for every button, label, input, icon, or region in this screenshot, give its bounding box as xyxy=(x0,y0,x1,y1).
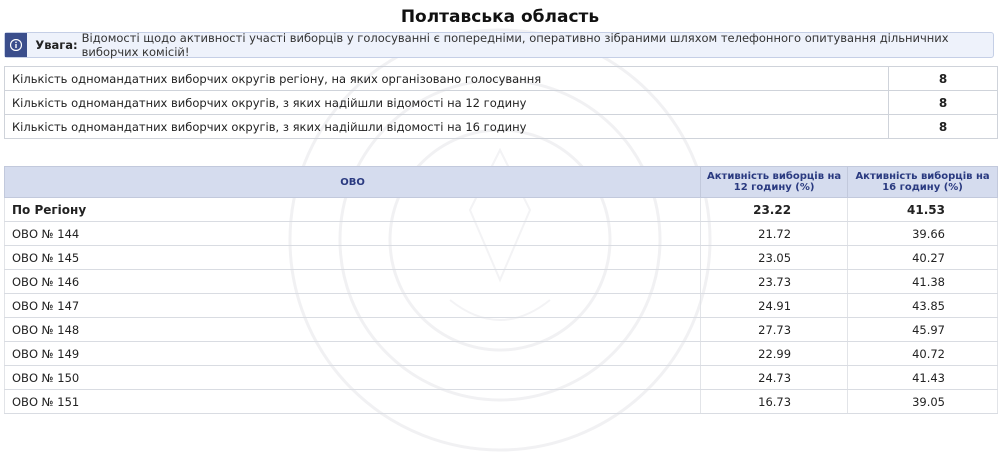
turnout-12-value: 24.73 xyxy=(700,365,849,390)
column-header-turnout-16[interactable]: Активність виборців на 16 годину (%) xyxy=(847,166,998,198)
summary-table: Кількість одномандатних виборчих округів… xyxy=(4,66,998,139)
alert-label: Увага: xyxy=(35,38,78,52)
row-name: ОВО № 151 xyxy=(3,389,702,414)
summary-value: 8 xyxy=(888,114,998,139)
summary-row: Кількість одномандатних виборчих округів… xyxy=(4,66,998,91)
table-header-row: ОВО Активність виборців на 12 годину (%)… xyxy=(3,166,998,198)
table-row: ОВО № 146 23.73 41.38 xyxy=(3,269,998,294)
page-title: Полтавська область xyxy=(400,7,600,27)
info-icon xyxy=(5,33,28,57)
warning-alert: Увага: Відомості щодо активності участі … xyxy=(4,31,994,59)
alert-text: Відомості щодо активності участі виборці… xyxy=(81,31,949,59)
table-row: ОВО № 149 22.99 40.72 xyxy=(3,341,998,366)
table-row: ОВО № 151 16.73 39.05 xyxy=(3,389,998,414)
table-row: ОВО № 148 27.73 45.97 xyxy=(3,317,998,342)
row-name: ОВО № 145 xyxy=(3,245,702,270)
summary-value: 8 xyxy=(888,66,998,91)
turnout-16-value: 39.05 xyxy=(847,389,998,414)
summary-label: Кількість одномандатних виборчих округів… xyxy=(4,114,889,139)
row-name: ОВО № 149 xyxy=(3,341,702,366)
column-header-turnout-12[interactable]: Активність виборців на 12 годину (%) xyxy=(700,166,849,198)
column-header-ovo[interactable]: ОВО xyxy=(3,166,702,198)
turnout-16-value: 40.27 xyxy=(847,245,998,270)
row-name: По Регіону xyxy=(3,197,702,222)
turnout-table: ОВО Активність виборців на 12 годину (%)… xyxy=(3,166,998,414)
turnout-12-value: 21.72 xyxy=(700,221,849,246)
turnout-12-value: 27.73 xyxy=(700,317,849,342)
table-row: ОВО № 147 24.91 43.85 xyxy=(3,293,998,318)
turnout-16-value: 41.53 xyxy=(847,197,998,222)
turnout-12-value: 16.73 xyxy=(700,389,849,414)
summary-row: Кількість одномандатних виборчих округів… xyxy=(4,114,998,139)
table-row: ОВО № 145 23.05 40.27 xyxy=(3,245,998,270)
summary-label: Кількість одномандатних виборчих округів… xyxy=(4,90,889,115)
turnout-16-value: 41.43 xyxy=(847,365,998,390)
row-name: ОВО № 144 xyxy=(3,221,702,246)
turnout-16-value: 45.97 xyxy=(847,317,998,342)
turnout-12-value: 22.99 xyxy=(700,341,849,366)
turnout-12-value: 23.22 xyxy=(700,197,849,222)
turnout-16-value: 40.72 xyxy=(847,341,998,366)
table-row: ОВО № 144 21.72 39.66 xyxy=(3,221,998,246)
turnout-12-value: 23.05 xyxy=(700,245,849,270)
row-name: ОВО № 146 xyxy=(3,269,702,294)
turnout-12-value: 24.91 xyxy=(700,293,849,318)
summary-row: Кількість одномандатних виборчих округів… xyxy=(4,90,998,115)
row-name: ОВО № 150 xyxy=(3,365,702,390)
summary-label: Кількість одномандатних виборчих округів… xyxy=(4,66,889,91)
turnout-16-value: 43.85 xyxy=(847,293,998,318)
table-row-region: По Регіону 23.22 41.53 xyxy=(3,197,998,222)
summary-value: 8 xyxy=(888,90,998,115)
turnout-16-value: 41.38 xyxy=(847,269,998,294)
row-name: ОВО № 148 xyxy=(3,317,702,342)
turnout-12-value: 23.73 xyxy=(700,269,849,294)
table-row: ОВО № 150 24.73 41.43 xyxy=(3,365,998,390)
row-name: ОВО № 147 xyxy=(3,293,702,318)
turnout-16-value: 39.66 xyxy=(847,221,998,246)
